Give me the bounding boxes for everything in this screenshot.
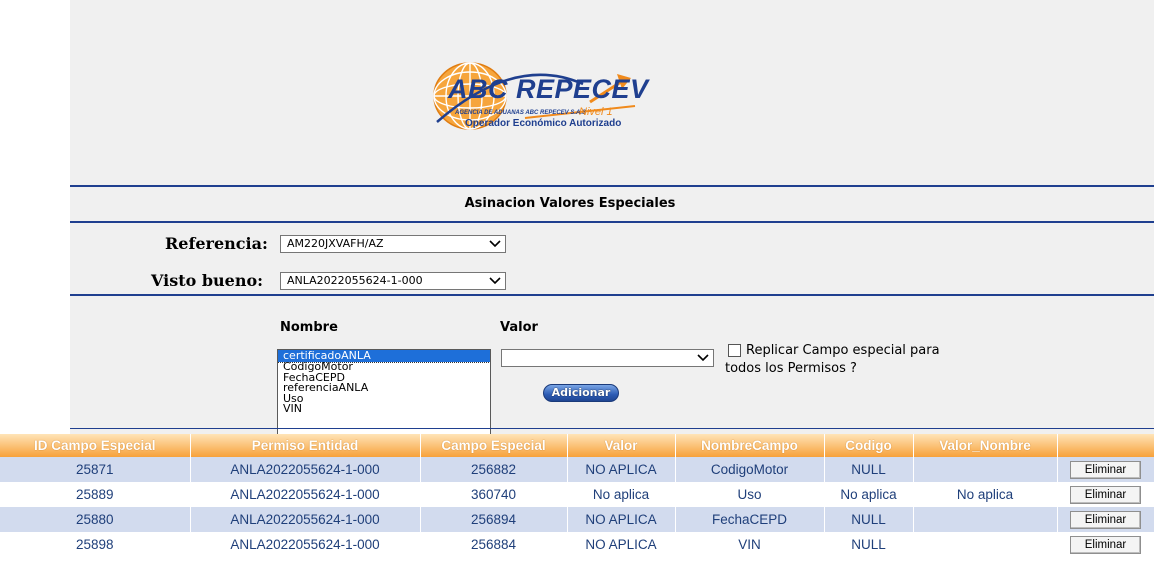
referencia-label: Referencia: [165, 234, 268, 253]
listbox-option[interactable]: VIN [278, 403, 490, 415]
referencia-value: AM220JXVAFH/AZ [287, 237, 384, 250]
replicar-label-line2: todos los Permisos ? [725, 361, 857, 376]
listbox-option[interactable]: Uso [278, 393, 490, 405]
cell-actions: Eliminar [1057, 532, 1154, 557]
visto-bueno-label: Visto bueno: [151, 271, 264, 290]
logo-level: Nivel 1 [579, 106, 613, 118]
cell-campo: 360740 [420, 482, 568, 507]
cell-nombre-campo: CodigoMotor [675, 457, 825, 482]
cell-permiso: ANLA2022055624-1-000 [190, 482, 421, 507]
table-row: 25898 ANLA2022055624-1-000 256884 NO APL… [0, 532, 1154, 557]
replicar-label: Replicar Campo especial para [746, 343, 940, 358]
delete-button[interactable]: Eliminar [1070, 460, 1141, 479]
cell-permiso: ANLA2022055624-1-000 [190, 457, 421, 482]
cell-nombre-campo: FechaCEPD [675, 507, 825, 532]
header-id-campo-especial[interactable]: ID Campo Especial [0, 434, 191, 457]
cell-actions: Eliminar [1057, 507, 1154, 532]
referencia-select[interactable]: AM220JXVAFH/AZ [280, 235, 506, 253]
cell-valor: NO APLICA [567, 457, 676, 482]
cell-valor-nombre: No aplica [913, 482, 1058, 507]
logo-subtitle: AGENCIA DE ADUANAS ABC REPECEV S.A.S [455, 110, 587, 116]
delete-button[interactable]: Eliminar [1070, 485, 1141, 504]
replicar-checkbox[interactable] [728, 344, 741, 357]
cell-valor-nombre [913, 507, 1058, 532]
divider [70, 221, 1154, 223]
header-nombre-campo[interactable]: NombreCampo [675, 434, 825, 457]
cell-permiso: ANLA2022055624-1-000 [190, 507, 421, 532]
chevron-down-icon [489, 240, 501, 248]
divider [70, 185, 1154, 187]
cell-campo: 256884 [420, 532, 568, 557]
cell-permiso: ANLA2022055624-1-000 [190, 532, 421, 557]
delete-button[interactable]: Eliminar [1070, 510, 1141, 529]
header-permiso-entidad[interactable]: Permiso Entidad [190, 434, 421, 457]
header-actions [1057, 434, 1154, 457]
table-row: 25871 ANLA2022055624-1-000 256882 NO APL… [0, 457, 1154, 482]
cell-id: 25880 [0, 507, 191, 532]
cell-codigo: NULL [824, 532, 914, 557]
listbox-option[interactable]: referenciaANLA [278, 382, 490, 394]
table-header-row: ID Campo Especial Permiso Entidad Campo … [0, 434, 1154, 457]
cell-valor-nombre [913, 532, 1058, 557]
chevron-down-icon [489, 277, 501, 285]
special-values-table: ID Campo Especial Permiso Entidad Campo … [0, 434, 1154, 557]
nombre-column-label: Nombre [280, 320, 338, 335]
logo-title: ABC REPECEV [448, 74, 649, 104]
cell-valor: NO APLICA [567, 507, 676, 532]
cell-codigo: NULL [824, 457, 914, 482]
cell-id: 25889 [0, 482, 191, 507]
cell-nombre-campo: VIN [675, 532, 825, 557]
delete-button[interactable]: Eliminar [1070, 535, 1141, 554]
cell-codigo: No aplica [824, 482, 914, 507]
table-row: 25889 ANLA2022055624-1-000 360740 No apl… [0, 482, 1154, 507]
cell-campo: 256894 [420, 507, 568, 532]
header-valor-nombre[interactable]: Valor_Nombre [913, 434, 1058, 457]
cell-codigo: NULL [824, 507, 914, 532]
divider [70, 294, 1154, 296]
chevron-down-icon [697, 354, 709, 362]
add-button[interactable]: Adicionar [543, 384, 619, 402]
valor-select[interactable] [501, 349, 714, 367]
header-campo-especial[interactable]: Campo Especial [420, 434, 568, 457]
cell-campo: 256882 [420, 457, 568, 482]
visto-bueno-value: ANLA2022055624-1-000 [287, 274, 423, 287]
header-codigo[interactable]: Codigo [824, 434, 914, 457]
valor-column-label: Valor [500, 320, 538, 335]
table-row: 25880 ANLA2022055624-1-000 256894 NO APL… [0, 507, 1154, 532]
cell-actions: Eliminar [1057, 457, 1154, 482]
cell-valor-nombre [913, 457, 1058, 482]
nombre-listbox[interactable]: certificadoANLA CodigoMotor FechaCEPD re… [277, 349, 491, 435]
divider [70, 428, 1154, 429]
cell-valor: NO APLICA [567, 532, 676, 557]
cell-valor: No aplica [567, 482, 676, 507]
cell-nombre-campo: Uso [675, 482, 825, 507]
company-logo: ABC REPECEV AGENCIA DE ADUANAS ABC REPEC… [365, 44, 665, 134]
cell-actions: Eliminar [1057, 482, 1154, 507]
cell-id: 25871 [0, 457, 191, 482]
header-valor[interactable]: Valor [567, 434, 676, 457]
visto-bueno-select[interactable]: ANLA2022055624-1-000 [280, 272, 506, 290]
logo-tagline: Operador Económico Autorizado [465, 118, 622, 129]
cell-id: 25898 [0, 532, 191, 557]
page-title: Asinacion Valores Especiales [464, 196, 676, 211]
